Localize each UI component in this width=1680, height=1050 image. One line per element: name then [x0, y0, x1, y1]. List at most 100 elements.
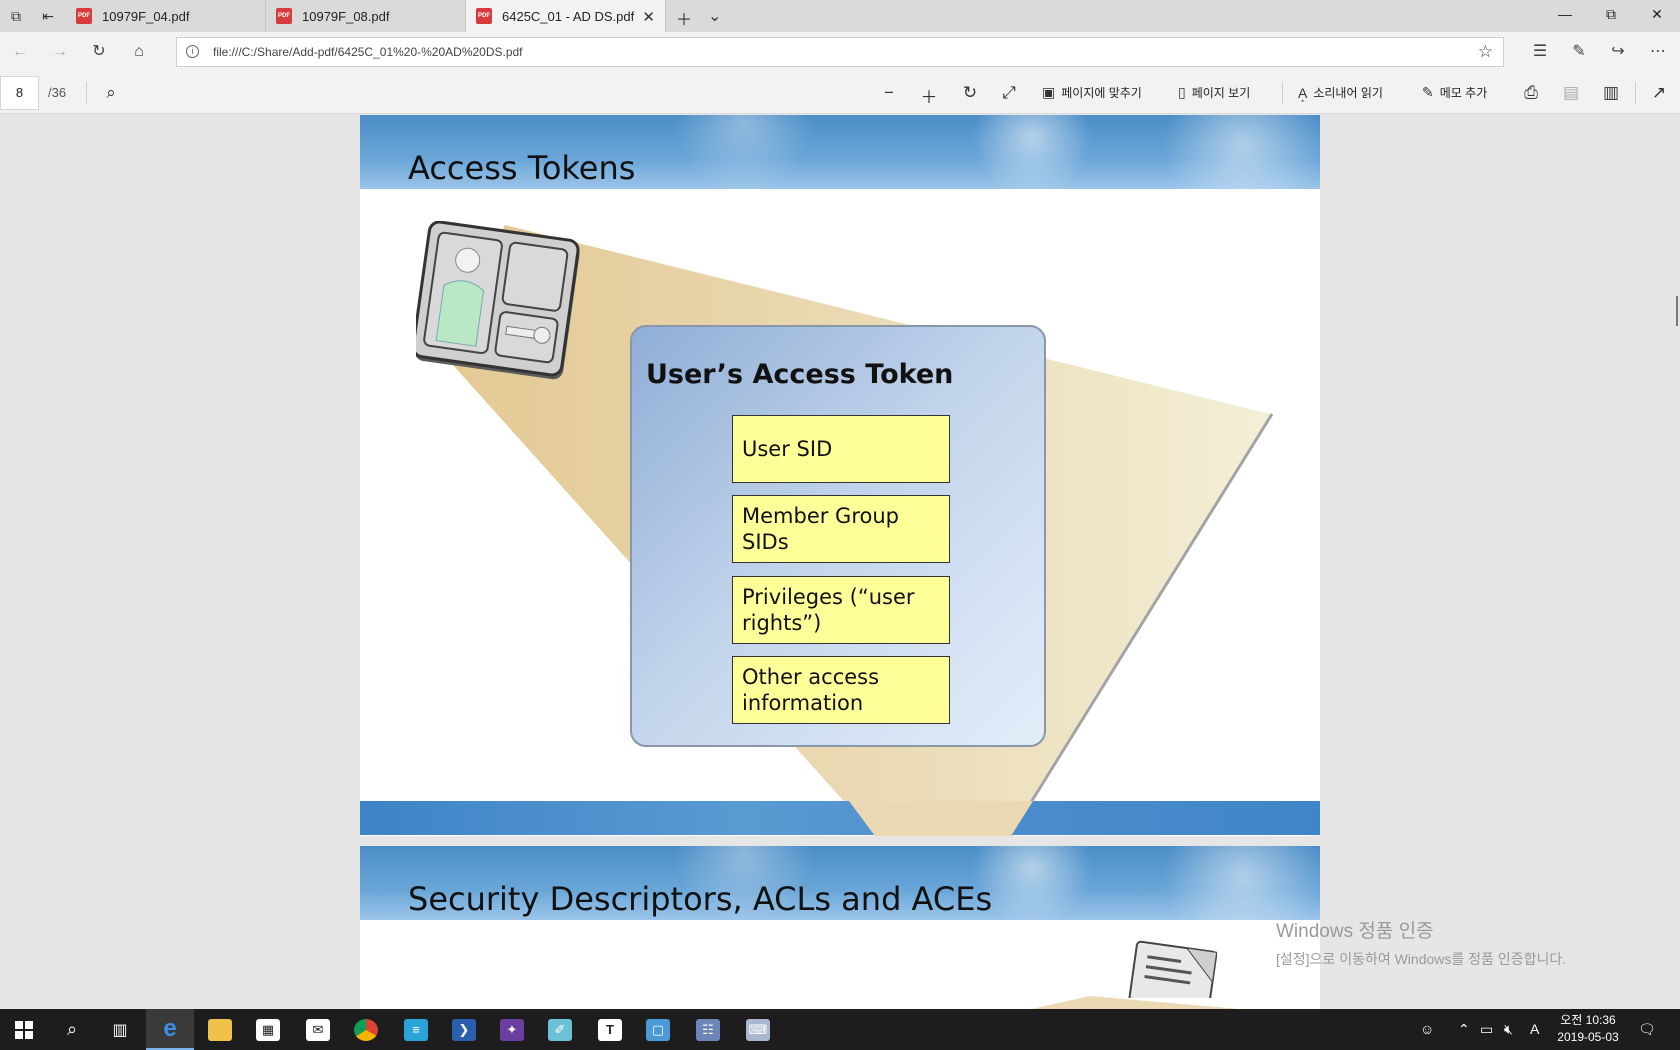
page-total: /36 — [48, 85, 67, 100]
fit-page-button[interactable]: ▣ 페이지에 맞추기 — [1042, 84, 1142, 101]
web-notes-icon[interactable]: ✎ — [1569, 42, 1589, 62]
site-info-icon[interactable]: i — [186, 45, 199, 58]
scrollbar-thumb[interactable] — [1676, 296, 1678, 326]
app-button-4[interactable]: ▢ — [634, 1009, 682, 1050]
read-aloud-button[interactable]: A͙ 소리내어 읽기 — [1298, 84, 1383, 101]
clock-date: 2019-05-03 — [1557, 1030, 1619, 1044]
text-app-icon: T — [598, 1018, 622, 1041]
app-button-2[interactable]: ✐ — [536, 1009, 584, 1050]
rotate-icon[interactable]: ↻ — [959, 83, 981, 103]
powershell-button[interactable]: ❯ — [440, 1009, 488, 1050]
fit-page-icon: ▣ — [1042, 84, 1056, 100]
token-item-other-info: Other access information — [732, 656, 950, 724]
pdf-file-icon: PDF — [276, 8, 292, 24]
read-aloud-label: 소리내어 읽기 — [1313, 86, 1383, 100]
token-item-member-group-sids: Member Group SIDs — [732, 495, 950, 563]
taskbar: ⌕ ▥ e ▦ ✉ ≡ ❯ ✦ ✐ T ▢ ☷ ⌨ ☺ ⌃ ▭ 🔇︎ A 오전 … — [0, 1009, 1680, 1050]
toolbar-divider — [86, 82, 87, 104]
app-button-5[interactable]: ☷ — [684, 1009, 732, 1050]
id-card-icon — [416, 221, 580, 380]
token-item-user-sid: User SID — [732, 415, 950, 483]
token-title: User’s Access Token — [646, 359, 954, 390]
more-menu-icon[interactable]: ⋯ — [1648, 42, 1668, 62]
access-token-box: User’s Access Token User SID Member Grou… — [630, 325, 1046, 747]
app-icon: ✦ — [500, 1018, 524, 1041]
favorite-star-icon[interactable]: ☆ — [1478, 42, 1493, 62]
show-hidden-icons-chevron[interactable]: ⌃ — [1458, 1021, 1470, 1038]
save-as-icon[interactable]: ▥ — [1600, 83, 1622, 103]
app-button-6[interactable]: ⌨ — [734, 1009, 782, 1050]
folder-icon — [208, 1018, 232, 1041]
computer-app-icon: ⌨ — [746, 1018, 770, 1041]
mail-button[interactable]: ✉ — [294, 1009, 342, 1050]
search-taskbar-button[interactable]: ⌕ — [48, 1009, 96, 1050]
page-number-input[interactable]: 8 — [0, 76, 39, 110]
print-icon[interactable]: ⎙ — [1520, 83, 1542, 103]
edge-taskbar-button[interactable]: e — [146, 1009, 194, 1050]
cone-footer-overlay — [849, 801, 1033, 836]
people-icon[interactable]: ☺ — [1420, 1021, 1434, 1037]
app-button-3[interactable]: T — [586, 1009, 634, 1050]
document-icon — [1128, 940, 1218, 998]
search-icon: ⌕ — [66, 1019, 78, 1039]
search-icon[interactable]: ⌕ — [100, 83, 122, 103]
tab-label: 10979F_04.pdf — [102, 8, 190, 24]
minimize-icon[interactable]: — — [1555, 6, 1575, 22]
store-button[interactable]: ▦ — [244, 1009, 292, 1050]
page-view-label: 페이지 보기 — [1191, 86, 1251, 100]
volume-muted-icon[interactable]: 🔇︎ — [1504, 1021, 1513, 1038]
fullscreen-icon[interactable]: ⤢ — [998, 83, 1020, 103]
server-manager-button[interactable]: ≡ — [392, 1009, 440, 1050]
pen-icon: ✎ — [1422, 84, 1434, 100]
file-explorer-button[interactable] — [196, 1009, 244, 1050]
pdf-page-access-tokens: Access Tokens User’s Access Token User S… — [360, 115, 1320, 836]
notepad-icon: ✐ — [548, 1018, 572, 1041]
back-icon[interactable]: ← — [10, 42, 30, 62]
slide-header-banner: Security Descriptors, ACLs and ACEs — [360, 846, 1320, 920]
tab-label: 10979F_08.pdf — [302, 8, 390, 24]
start-button[interactable] — [0, 1009, 48, 1050]
refresh-icon[interactable]: ↻ — [89, 42, 109, 62]
server-icon: ≡ — [404, 1018, 428, 1041]
page-view-button[interactable]: ▯ 페이지 보기 — [1178, 84, 1250, 101]
address-bar[interactable]: i file:///C:/Share/Add-pdf/6425C_01%20-%… — [176, 37, 1504, 67]
app-button-1[interactable]: ✦ — [488, 1009, 536, 1050]
tab-label: 6425C_01 - AD DS.pdf — [502, 8, 635, 24]
network-icon[interactable]: ▭ — [1480, 1021, 1493, 1038]
tab-actions-icon[interactable]: ⧉ — [6, 6, 26, 26]
favorites-hub-icon[interactable]: ☰ — [1530, 42, 1550, 62]
task-view-button[interactable]: ▥ — [96, 1009, 144, 1050]
forward-icon[interactable]: → — [50, 42, 70, 62]
pdf-file-icon: PDF — [476, 8, 492, 24]
tab-6425c-01[interactable]: PDF 6425C_01 - AD DS.pdf ✕ — [466, 0, 666, 32]
home-icon[interactable]: ⌂ — [129, 42, 149, 62]
clock[interactable]: 오전 10:36 2019-05-03 — [1548, 1012, 1628, 1046]
zoom-out-icon[interactable]: − — [878, 83, 900, 103]
tab-preview-chevron-icon[interactable]: ⌄ — [708, 6, 721, 26]
chrome-icon — [354, 1018, 378, 1041]
set-aside-tabs-icon[interactable]: ⇤ — [38, 6, 58, 26]
zoom-in-icon[interactable]: ＋ — [918, 83, 940, 108]
restore-icon[interactable]: ⧉ — [1601, 6, 1621, 23]
new-tab-icon[interactable]: ＋ — [676, 6, 692, 30]
action-center-icon[interactable]: 🗨︎ — [1638, 1021, 1656, 1038]
pdf-file-icon: PDF — [76, 8, 92, 24]
add-notes-button[interactable]: ✎ 메모 추가 — [1422, 84, 1487, 101]
url-text[interactable]: file:///C:/Share/Add-pdf/6425C_01%20-%20… — [213, 45, 523, 59]
chrome-button[interactable] — [342, 1009, 390, 1050]
tab-10979f-04[interactable]: PDF 10979F_04.pdf — [66, 0, 266, 32]
window-app-icon: ▢ — [646, 1018, 670, 1041]
page-view-icon: ▯ — [1178, 84, 1186, 100]
share-icon[interactable]: ↪ — [1608, 42, 1628, 62]
close-tab-icon[interactable]: ✕ — [642, 8, 655, 26]
pdf-viewer[interactable]: Access Tokens User’s Access Token User S… — [0, 115, 1680, 1009]
tab-strip: ⧉ ⇤ PDF 10979F_04.pdf PDF 10979F_08.pdf … — [0, 0, 1680, 32]
token-item-privileges: Privileges (“user rights”) — [732, 576, 950, 644]
close-window-icon[interactable]: ✕ — [1647, 6, 1667, 23]
network-app-icon: ☷ — [696, 1018, 720, 1041]
pin-toolbar-icon[interactable]: ↗ — [1648, 83, 1670, 103]
input-method-indicator[interactable]: A — [1530, 1021, 1539, 1037]
slide-title: Security Descriptors, ACLs and ACEs — [408, 880, 993, 918]
tab-10979f-08[interactable]: PDF 10979F_08.pdf — [266, 0, 466, 32]
save-icon[interactable]: ▤ — [1560, 83, 1582, 103]
